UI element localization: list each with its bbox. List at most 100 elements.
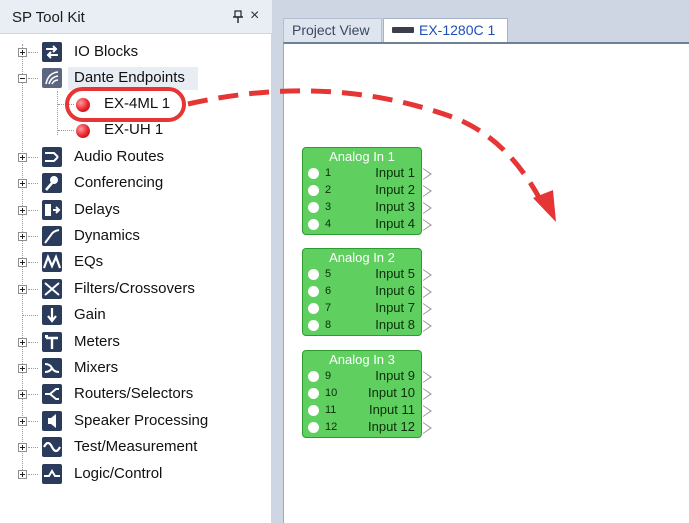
- input-label: Input 7: [375, 300, 415, 315]
- expand-icon[interactable]: [18, 364, 27, 373]
- input-label: Input 2: [375, 182, 415, 197]
- tree-connector: [28, 474, 38, 475]
- expand-icon[interactable]: [18, 153, 27, 162]
- block-row: 11 Input 11: [303, 402, 432, 419]
- input-label: Input 4: [375, 216, 415, 231]
- input-label: Input 8: [375, 317, 415, 332]
- tab-ex-1280c-1[interactable]: EX-1280C 1: [383, 18, 508, 42]
- output-node-icon[interactable]: [423, 303, 432, 315]
- io-blocks-icon: [42, 42, 62, 62]
- analog-in-block[interactable]: Analog In 3 9 Input 9 10 Input 10 11 Inp…: [302, 350, 432, 438]
- output-node-icon[interactable]: [423, 269, 432, 281]
- input-label: Input 12: [368, 419, 415, 434]
- tree-item-meters[interactable]: Meters: [0, 330, 270, 356]
- input-pin-icon[interactable]: [308, 269, 319, 280]
- input-pin-icon[interactable]: [308, 286, 319, 297]
- tree-item-dynamics[interactable]: Dynamics: [0, 224, 270, 250]
- tree-item-io-blocks[interactable]: IO Blocks: [0, 40, 270, 66]
- block-row: 2 Input 2: [303, 182, 432, 199]
- input-label: Input 9: [375, 368, 415, 383]
- tab-project-view[interactable]: Project View: [283, 18, 382, 42]
- input-pin-icon[interactable]: [308, 388, 319, 399]
- dante-endpoints-icon: [42, 68, 62, 88]
- tree-item-routers-selectors[interactable]: Routers/Selectors: [0, 382, 270, 408]
- expand-icon[interactable]: [18, 285, 27, 294]
- output-node-icon[interactable]: [423, 405, 432, 417]
- design-canvas[interactable]: Analog In 1 1 Input 1 2 Input 2 3 Input …: [283, 42, 689, 523]
- input-pin-icon[interactable]: [308, 320, 319, 331]
- tree-connector: [28, 447, 38, 448]
- tree-item-gain[interactable]: Gain: [0, 303, 270, 329]
- channel-number: 3: [325, 201, 332, 213]
- input-pin-icon[interactable]: [308, 219, 319, 230]
- output-node-icon[interactable]: [423, 185, 432, 197]
- input-pin-icon[interactable]: [308, 185, 319, 196]
- tree-label: Speaker Processing: [74, 412, 209, 429]
- input-pin-icon[interactable]: [308, 405, 319, 416]
- channel-number: 5: [325, 268, 332, 280]
- output-node-icon[interactable]: [423, 219, 432, 231]
- tree-label: Logic/Control: [74, 465, 163, 482]
- expand-icon[interactable]: [18, 232, 27, 241]
- block-row: 4 Input 4: [303, 216, 432, 233]
- output-node-icon[interactable]: [423, 371, 432, 383]
- tree-label: Filters/Crossovers: [74, 280, 195, 297]
- collapse-icon[interactable]: [18, 74, 27, 83]
- tree-label: Mixers: [74, 359, 119, 376]
- input-pin-icon[interactable]: [308, 168, 319, 179]
- tree-item-test-measurement[interactable]: Test/Measurement: [0, 435, 270, 461]
- routers-icon: [42, 384, 62, 404]
- block-row: 3 Input 3: [303, 199, 432, 216]
- gain-icon: [42, 305, 62, 325]
- expand-icon[interactable]: [18, 417, 27, 426]
- close-icon[interactable]: ×: [250, 8, 259, 24]
- tree-item-speaker-processing[interactable]: Speaker Processing: [0, 409, 270, 435]
- output-node-icon[interactable]: [423, 286, 432, 298]
- output-node-icon[interactable]: [423, 320, 432, 332]
- tree-label: Routers/Selectors: [74, 385, 194, 402]
- input-pin-icon[interactable]: [308, 371, 319, 382]
- tree-label: Dante Endpoints: [74, 69, 185, 86]
- expand-icon[interactable]: [18, 258, 27, 267]
- channel-number: 6: [325, 285, 332, 297]
- block-row: 5 Input 5: [303, 266, 432, 283]
- expand-icon[interactable]: [18, 206, 27, 215]
- audio-routes-icon: [42, 147, 62, 167]
- input-pin-icon[interactable]: [308, 422, 319, 433]
- tree-connector: [28, 210, 38, 211]
- channel-number: 9: [325, 370, 332, 382]
- block-row: 7 Input 7: [303, 300, 432, 317]
- output-node-icon[interactable]: [423, 202, 432, 214]
- tree-item-conferencing[interactable]: Conferencing: [0, 171, 270, 197]
- tree-item-logic-control[interactable]: Logic/Control: [0, 462, 270, 488]
- tree-item-filters-crossovers[interactable]: Filters/Crossovers: [0, 277, 270, 303]
- eqs-icon: [42, 252, 62, 272]
- tree-label: EX-UH 1: [104, 121, 164, 138]
- expand-icon[interactable]: [18, 470, 27, 479]
- tree-label: Gain: [74, 306, 106, 323]
- pin-icon[interactable]: [231, 10, 245, 24]
- tree-item-delays[interactable]: Delays: [0, 198, 270, 224]
- analog-in-block[interactable]: Analog In 2 5 Input 5 6 Input 6 7 Input …: [302, 248, 432, 336]
- tree-label: Conferencing: [74, 174, 164, 191]
- input-pin-icon[interactable]: [308, 202, 319, 213]
- output-node-icon[interactable]: [423, 422, 432, 434]
- expand-icon[interactable]: [18, 390, 27, 399]
- tree-item-audio-routes[interactable]: Audio Routes: [0, 145, 270, 171]
- logic-icon: [42, 464, 62, 484]
- tree-label: Dynamics: [74, 227, 140, 244]
- tree-item-eqs[interactable]: EQs: [0, 250, 270, 276]
- expand-icon[interactable]: [18, 179, 27, 188]
- analog-in-block[interactable]: Analog In 1 1 Input 1 2 Input 2 3 Input …: [302, 147, 432, 235]
- output-node-icon[interactable]: [423, 388, 432, 400]
- output-node-icon[interactable]: [423, 168, 432, 180]
- panel-header: SP Tool Kit ×: [0, 0, 272, 34]
- expand-icon[interactable]: [18, 338, 27, 347]
- tree-item-mixers[interactable]: Mixers: [0, 356, 270, 382]
- expand-icon[interactable]: [18, 48, 27, 57]
- expand-icon[interactable]: [18, 443, 27, 452]
- channel-number: 10: [325, 387, 338, 399]
- input-pin-icon[interactable]: [308, 303, 319, 314]
- block-row: 10 Input 10: [303, 385, 432, 402]
- block-row: 1 Input 1: [303, 165, 432, 182]
